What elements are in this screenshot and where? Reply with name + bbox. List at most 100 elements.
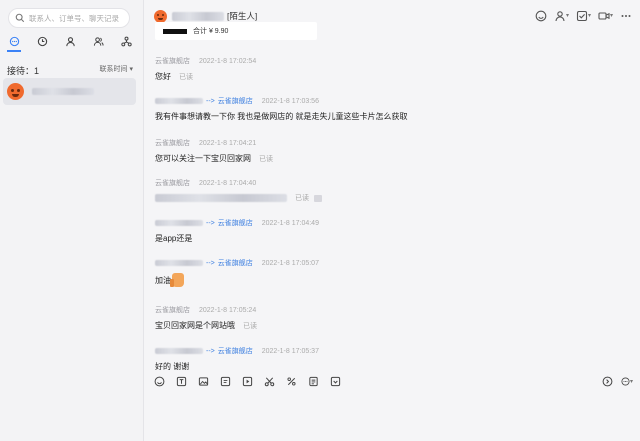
order-icon <box>308 376 318 386</box>
sender-name: 云雀旗舰店 <box>155 58 190 65</box>
message-text: 好的 谢谢 <box>155 362 190 371</box>
tab-groups[interactable] <box>91 34 105 48</box>
smile-button[interactable] <box>535 9 547 22</box>
message-text: 您可以关注一下宝贝回家网 <box>155 154 251 163</box>
message: --> 云雀旗舰店 2022-1-8 17:03:56 我有件事想请教一下你 我也是… <box>155 97 408 121</box>
clock-icon <box>37 36 47 46</box>
person-icon <box>555 10 565 21</box>
image-button[interactable] <box>197 375 209 387</box>
image-icon <box>198 376 208 386</box>
read-status: 已读 <box>243 322 257 330</box>
tab-recent[interactable] <box>35 34 49 48</box>
search-box[interactable] <box>8 8 130 28</box>
text-format-button[interactable] <box>175 375 187 387</box>
more-icon <box>621 376 630 386</box>
sort-row: 接待：1 联系时间 ▾ <box>7 64 133 77</box>
conversation-item[interactable] <box>3 78 136 105</box>
filter-tabs <box>6 34 134 52</box>
message-text-redacted <box>155 194 287 202</box>
timestamp: 2022-1-8 17:04:49 <box>261 219 319 227</box>
thumbs-up-emoji <box>170 273 184 287</box>
group-icon <box>93 36 104 46</box>
message-text: 我有件事想请教一下你 我也是做网店的 就是走失儿童这些卡片怎么获取 <box>155 112 408 121</box>
check-icon <box>576 10 588 21</box>
video-button[interactable] <box>241 375 253 387</box>
chat-title-redacted <box>172 11 224 21</box>
person-icon <box>65 36 75 46</box>
shop-name: 云雀旗舰店 <box>217 348 253 355</box>
video-icon <box>598 11 610 20</box>
file-button[interactable] <box>219 375 231 387</box>
video-icon <box>242 376 252 386</box>
order-card[interactable]: 合计 ¥ 9.90 <box>155 22 317 40</box>
chat-icon <box>9 36 19 46</box>
screenshot-button[interactable] <box>263 375 275 387</box>
search-input[interactable] <box>29 13 129 23</box>
avatar <box>7 83 24 100</box>
read-status: 已读 <box>259 155 273 163</box>
coupon-button[interactable] <box>329 375 341 387</box>
customer-name-redacted <box>155 98 203 104</box>
shop-name: 云雀旗舰店 <box>217 220 253 227</box>
reception-count: 接待：1 <box>7 66 40 76</box>
discount-button[interactable] <box>285 375 297 387</box>
avatar <box>154 9 167 23</box>
search-icon <box>15 13 25 23</box>
text-icon <box>176 376 186 386</box>
sender-name: 云雀旗舰店 <box>155 307 190 314</box>
org-icon <box>120 36 132 46</box>
tab-chats[interactable] <box>7 34 21 52</box>
smile-icon <box>535 10 547 21</box>
tab-contacts[interactable] <box>63 34 77 48</box>
message-text: 是app还是 <box>155 234 193 243</box>
order-button[interactable] <box>307 375 319 387</box>
shop-name: 云雀旗舰店 <box>217 260 253 267</box>
more-button[interactable] <box>620 9 632 22</box>
composer-toolbar: ▾ <box>153 375 633 387</box>
timestamp: 2022-1-8 17:04:21 <box>199 139 257 147</box>
tab-org[interactable] <box>119 34 133 48</box>
file-icon <box>220 376 230 386</box>
task-button[interactable]: ▾ <box>576 9 591 22</box>
message: 云雀旗舰店 2022-1-8 17:04:40 已读 <box>155 178 322 203</box>
stranger-tag: [陌生人] <box>227 11 258 21</box>
customer-name-redacted <box>155 220 203 226</box>
message: --> 云雀旗舰店 2022-1-8 17:04:49 是app还是 <box>155 219 319 243</box>
timestamp: 2022-1-8 17:05:07 <box>261 259 319 267</box>
sort-dropdown[interactable]: 联系时间 ▾ <box>100 64 133 77</box>
more-icon <box>621 14 631 17</box>
video-call-button[interactable]: ▾ <box>598 9 613 22</box>
order-total: 合计 ¥ 9.90 <box>193 28 229 35</box>
profile-button[interactable]: ▾ <box>554 9 569 22</box>
history-icon <box>602 376 612 386</box>
timestamp: 2022-1-8 17:03:56 <box>261 97 319 105</box>
coupon-icon <box>330 376 340 386</box>
message-text: 宝贝回家网是个网站哦 <box>155 321 235 330</box>
product-thumbnail <box>163 28 187 34</box>
message: --> 云雀旗舰店 2022-1-8 17:05:37 好的 谢谢 <box>155 347 319 371</box>
composer-right-actions: ▾ <box>601 375 633 387</box>
contact-name-redacted <box>32 88 94 95</box>
sender-name: 云雀旗舰店 <box>155 140 190 147</box>
message: --> 云雀旗舰店 2022-1-8 17:05:07 加油 <box>155 258 319 287</box>
customer-name-redacted <box>155 348 203 354</box>
read-status: 已读 <box>295 195 309 202</box>
settings-button[interactable]: ▾ <box>621 375 633 387</box>
message-text: 加油 <box>155 275 171 285</box>
header-actions: ▾ ▾ ▾ <box>535 9 632 22</box>
message: 云雀旗舰店 2022-1-8 17:04:21 您可以关注一下宝贝回家网 已读 <box>155 138 273 164</box>
timestamp: 2022-1-8 17:05:24 <box>199 306 257 314</box>
scissors-icon <box>264 376 274 386</box>
history-button[interactable] <box>601 375 613 387</box>
customer-name-redacted <box>155 260 203 266</box>
timestamp: 2022-1-8 17:04:40 <box>199 179 257 187</box>
emoji-button[interactable] <box>153 375 165 387</box>
contact-panel: 接待：1 联系时间 ▾ <box>0 0 144 441</box>
sender-name: 云雀旗舰店 <box>155 180 190 187</box>
shop-name: 云雀旗舰店 <box>217 98 253 105</box>
message-text: 您好 <box>155 72 171 81</box>
message: 云雀旗舰店 2022-1-8 17:02:54 您好 已读 <box>155 56 256 82</box>
message: 云雀旗舰店 2022-1-8 17:05:24 宝贝回家网是个网站哦 已读 <box>155 305 257 331</box>
smile-icon <box>154 376 164 386</box>
timestamp: 2022-1-8 17:02:54 <box>199 57 257 65</box>
